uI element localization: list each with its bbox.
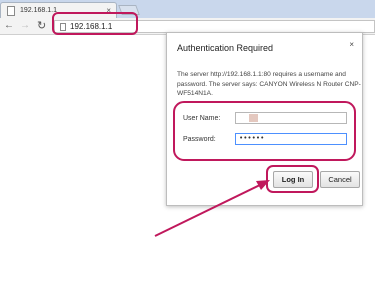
annotation-arrow [154, 180, 270, 237]
